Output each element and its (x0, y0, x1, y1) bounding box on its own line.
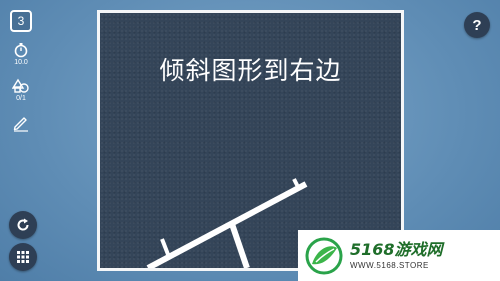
timer-value: 10.0 (14, 59, 28, 66)
leaf-logo-icon (305, 237, 343, 274)
seesaw-plank (146, 181, 308, 268)
level-number-badge: 3 (10, 10, 32, 32)
stopwatch-icon (14, 43, 28, 58)
restart-icon (17, 218, 29, 231)
shapes-stat: 0/1 (6, 78, 36, 102)
draw-tool[interactable] (6, 114, 36, 132)
seesaw-pivot-stand (229, 223, 250, 268)
restart-button[interactable] (9, 211, 37, 239)
seesaw-left-stopper (160, 238, 171, 258)
level-menu-button[interactable] (9, 243, 37, 271)
help-button[interactable]: ? (464, 12, 490, 38)
watermark-brand: 5168游戏网 (350, 240, 443, 259)
site-watermark: 5168游戏网 WWW.5168.STORE (298, 230, 500, 281)
shapes-icon (12, 78, 29, 93)
grid-menu-icon (17, 251, 29, 263)
timer-stat: 10.0 (6, 42, 36, 66)
shape-count: 0/1 (16, 95, 26, 102)
watermark-site: WWW.5168.STORE (350, 261, 429, 270)
pencil-icon[interactable] (12, 114, 30, 132)
